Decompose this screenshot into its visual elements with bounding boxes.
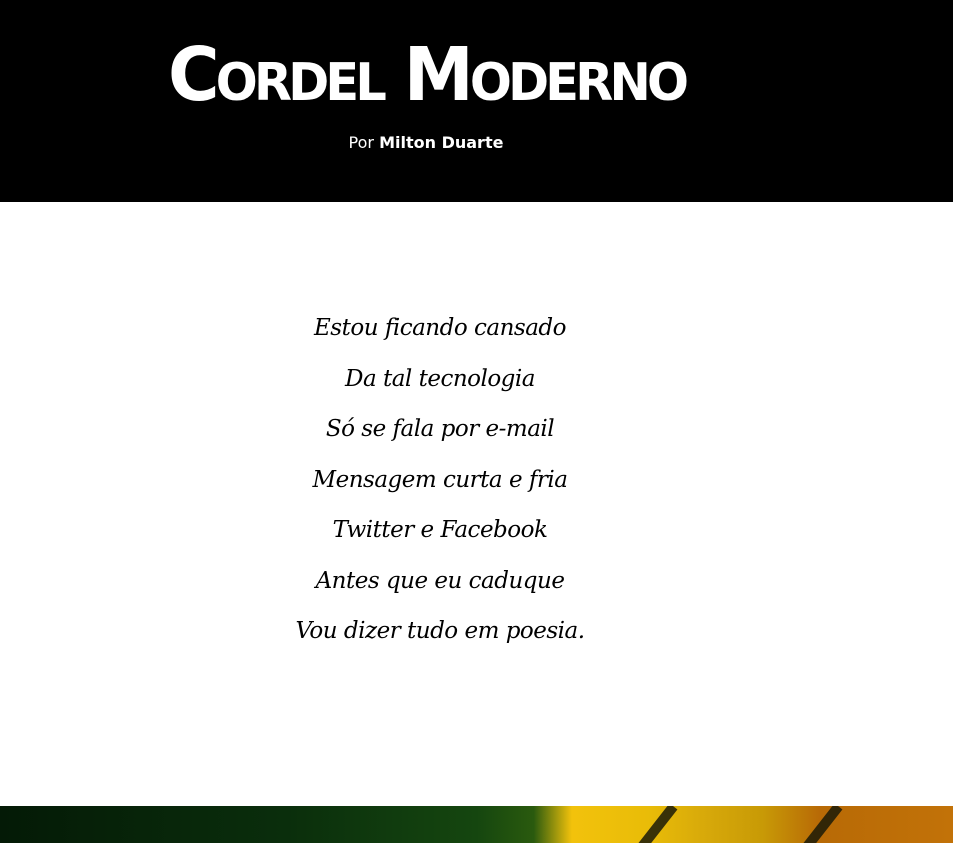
author-name[interactable]: Milton Duarte (379, 133, 503, 152)
site-title[interactable]: Cordel Moderno (168, 30, 689, 120)
poem-verse: Vou dizer tudo em poesia. (295, 618, 585, 644)
footer-banner-image (0, 806, 953, 843)
poem-verse: Twitter e Facebook (332, 517, 548, 543)
poem-verse: Mensagem curta e fria (312, 466, 568, 493)
banner-stroke (632, 806, 678, 843)
site-header: Cordel Moderno Por Milton Duarte (0, 0, 953, 202)
poem-verse: Da tal tecnologia (345, 365, 535, 392)
poem-verse: Antes que eu caduque (315, 567, 565, 594)
byline-prefix: Por (348, 133, 374, 152)
banner-stroke (797, 806, 843, 843)
poem-verse: Só se fala por e-mail (325, 416, 555, 442)
poem-verse: Estou ficando cansado (314, 315, 566, 341)
poem: Estou ficando cansado Da tal tecnologia … (240, 308, 640, 662)
byline: Por Milton Duarte (0, 133, 852, 153)
